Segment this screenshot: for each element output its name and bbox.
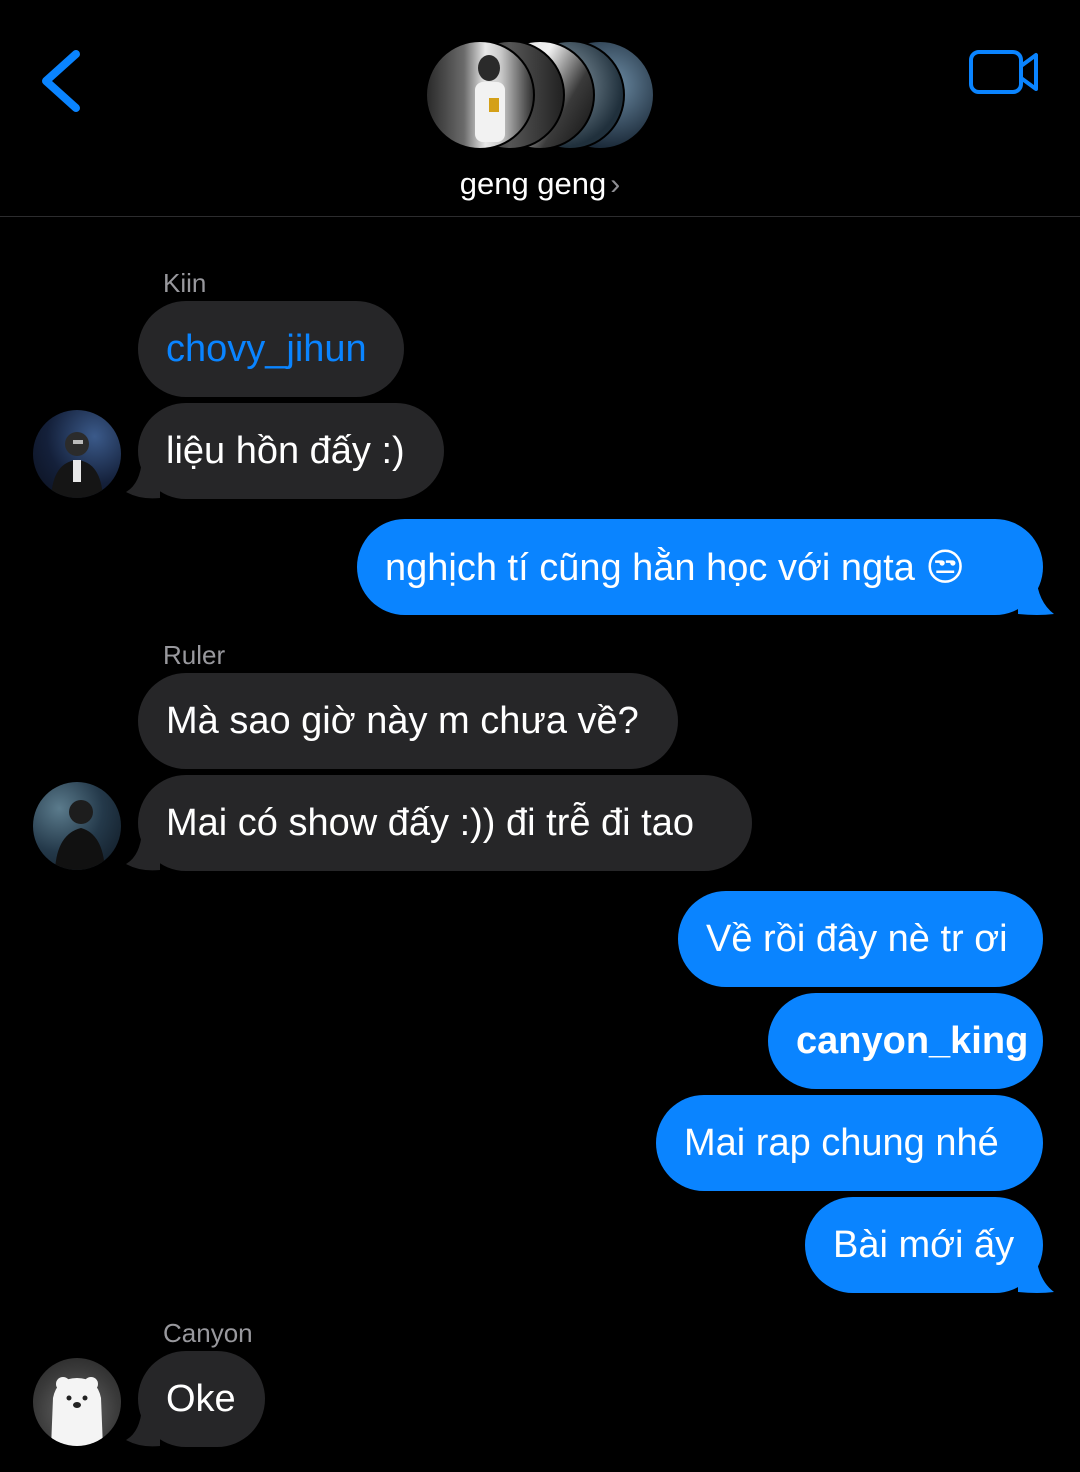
video-call-button[interactable] [962, 44, 1046, 104]
group-name: geng geng [459, 166, 607, 201]
sender-name: Ruler [163, 640, 226, 670]
bubble-tail [126, 460, 160, 499]
mention-link[interactable]: canyon_king [796, 1020, 1028, 1063]
message-bubble-outgoing[interactable]: Bài mới ấy [805, 1197, 1043, 1293]
mention-link[interactable]: chovy_jihun [166, 328, 367, 371]
message-bubble-incoming[interactable]: liệu hồn đấy :) [138, 403, 444, 499]
person-silhouette-icon [51, 432, 103, 498]
sender-name: Canyon [163, 1318, 253, 1348]
message-bubble-incoming[interactable]: Mà sao giờ này m chưa về? [138, 673, 678, 769]
chat-screen: geng geng › Kiin chovy_jihun liệu hồn đấy… [0, 0, 1080, 1472]
person-silhouette-icon [55, 800, 105, 870]
back-button[interactable] [30, 40, 100, 120]
message-bubble-incoming[interactable]: Mai có show đấy :)) đi trễ đi tao [138, 775, 752, 871]
group-avatar-stack[interactable] [425, 40, 657, 152]
message-bubble-outgoing[interactable]: Mai rap chung nhé [656, 1095, 1043, 1191]
video-camera-icon [969, 50, 1038, 94]
person-silhouette-icon [475, 55, 505, 142]
player-photo-avatar[interactable] [33, 782, 121, 870]
polar-bear-avatar[interactable] [33, 1358, 121, 1446]
message-text: nghịch tí cũng hằn học với ngta 😒 [385, 546, 966, 589]
chevron-right-icon: › [610, 168, 621, 201]
chevron-left-icon [42, 50, 80, 112]
bubble-tail [1018, 576, 1054, 615]
message-bubble-outgoing[interactable]: canyon_king [768, 993, 1043, 1089]
message-text: Bài mới ấy [833, 1223, 1015, 1266]
message-bubble-outgoing[interactable]: Về rồi đây nè tr ơi [678, 891, 1043, 987]
bubble-tail [1018, 1254, 1054, 1293]
bubble-tail [126, 832, 160, 871]
message-bubble-incoming[interactable]: chovy_jihun [138, 301, 404, 397]
message-text: Về rồi đây nè tr ơi [706, 917, 1008, 960]
message-text: Mai rap chung nhé [684, 1121, 999, 1164]
player-photo-avatar[interactable] [33, 410, 121, 498]
group-name-button[interactable]: geng geng › [0, 166, 1080, 202]
message-bubble-outgoing[interactable]: nghịch tí cũng hằn học với ngta 😒 [357, 519, 1043, 615]
message-text: Mà sao giờ này m chưa về? [166, 699, 639, 742]
sender-name: Kiin [163, 268, 207, 298]
message-text: liệu hồn đấy :) [166, 429, 405, 472]
polar-bear-icon [51, 1377, 103, 1446]
bubble-tail [126, 1408, 160, 1447]
message-text: Oke [166, 1377, 236, 1420]
message-text: Mai có show đấy :)) đi trễ đi tao [166, 801, 694, 844]
group-member-avatar [425, 40, 535, 150]
chat-header: geng geng › [0, 0, 1080, 217]
